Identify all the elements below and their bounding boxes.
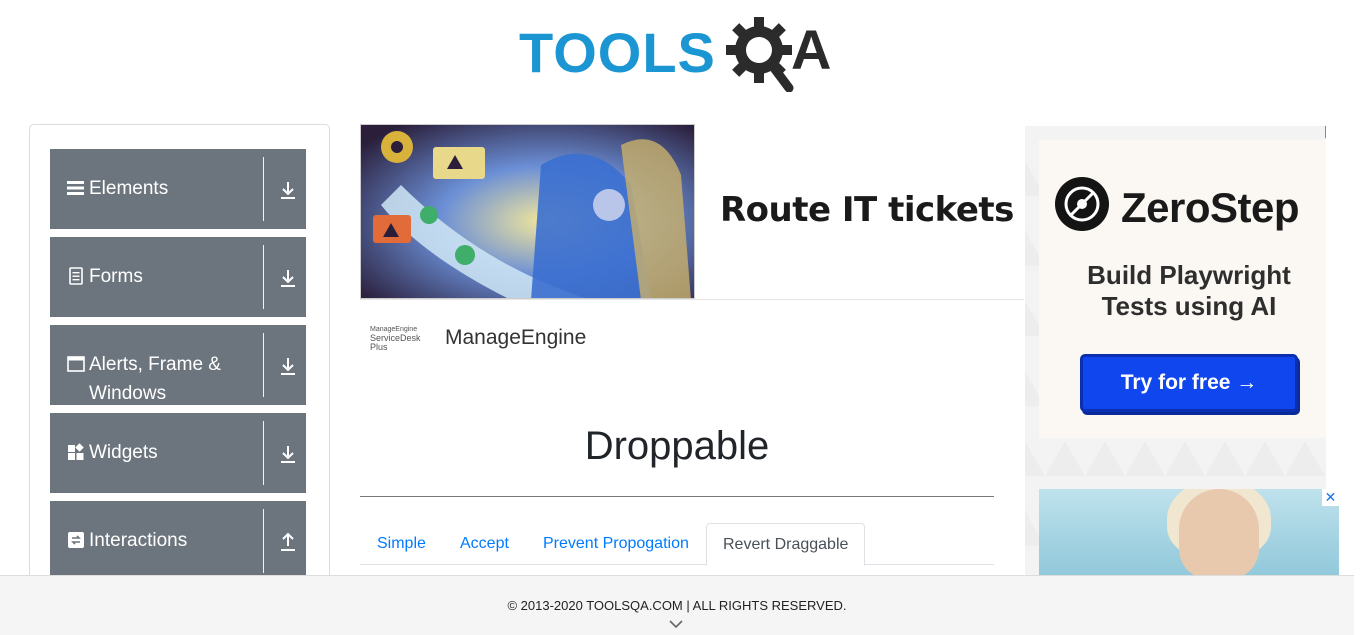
page: TOOLS A Elements Forms Alerts, Frame & W…: [0, 0, 1366, 635]
download-arrow-icon[interactable]: [278, 179, 298, 201]
sidebar: Elements Forms Alerts, Frame & Windows W…: [29, 124, 330, 635]
sidebar-group-label: Widgets: [89, 442, 158, 463]
download-arrow-icon[interactable]: [278, 443, 298, 465]
footer: © 2013-2020 TOOLSQA.COM | ALL RIGHTS RES…: [0, 575, 1354, 635]
zerostep-logo-icon: [1055, 177, 1109, 231]
hamburger-icon: [67, 181, 84, 195]
sidebar-group-label: Alerts, Frame & Windows: [89, 354, 221, 404]
interactions-icon: [68, 532, 84, 548]
footer-copyright: © 2013-2020 TOOLSQA.COM | ALL RIGHTS RES…: [507, 598, 847, 613]
download-arrow-icon[interactable]: [278, 267, 298, 289]
banner-illustration: [360, 124, 695, 299]
ad-tagline: Build Playwright Tests using AI: [1039, 260, 1326, 322]
scrollbar[interactable]: [1354, 0, 1366, 635]
tab-prevent-propogation[interactable]: Prevent Propogation: [527, 523, 705, 565]
sidebar-group-widgets[interactable]: Widgets: [50, 413, 306, 493]
window-icon: [67, 356, 85, 372]
toolsqa-logo[interactable]: TOOLS A: [519, 14, 841, 92]
document-icon: [69, 267, 83, 285]
tab-bar: Simple Accept Prevent Propogation Revert…: [360, 523, 994, 566]
try-for-free-button[interactable]: Try for free →: [1080, 354, 1298, 412]
advertiser-row[interactable]: ManageEngine ServiceDesk Plus ManageEngi…: [370, 322, 586, 354]
upload-arrow-icon[interactable]: [278, 531, 298, 553]
sidebar-group-label: Forms: [89, 266, 143, 287]
close-icon[interactable]: ✕: [1322, 489, 1339, 506]
ad-tagline-line: Tests using AI: [1101, 291, 1277, 321]
sidebar-group-label: Interactions: [89, 530, 188, 551]
gear-magnifier-icon: [726, 17, 794, 92]
tab-revert-draggable[interactable]: Revert Draggable: [706, 523, 866, 566]
divider: [263, 509, 264, 573]
divider: [263, 157, 264, 221]
banner-ad[interactable]: Route IT tickets aut: [360, 124, 1024, 300]
secondary-ad[interactable]: ✕: [1039, 489, 1339, 589]
title-divider: [360, 496, 994, 497]
zerostep-ad-card[interactable]: ZeroStep Build Playwright Tests using AI…: [1039, 140, 1326, 438]
sidebar-group-interactions[interactable]: Interactions: [50, 501, 306, 581]
divider: [263, 421, 264, 485]
banner-headline: Route IT tickets aut: [720, 190, 1024, 230]
widgets-icon: [68, 443, 84, 460]
brand-logo-line: ServiceDesk Plus: [370, 332, 421, 352]
logo-text: TOOLS: [519, 21, 716, 84]
page-title: Droppable: [584, 424, 770, 468]
ad-brand-name: ZeroStep: [1121, 184, 1300, 231]
manageengine-logo: ManageEngine ServiceDesk Plus: [370, 325, 436, 352]
chevron-down-icon[interactable]: [668, 619, 684, 629]
divider: [263, 245, 264, 309]
ad-choices-marker[interactable]: [1325, 126, 1326, 138]
download-arrow-icon[interactable]: [278, 355, 298, 377]
advertiser-name: ManageEngine: [445, 326, 587, 349]
sidebar-group-elements[interactable]: Elements: [50, 149, 306, 229]
divider: [263, 333, 264, 397]
ad-tagline-line: Build Playwright: [1087, 260, 1291, 290]
sidebar-group-label: Elements: [89, 178, 169, 199]
sidebar-group-forms[interactable]: Forms: [50, 237, 306, 317]
tab-accept[interactable]: Accept: [444, 523, 525, 565]
logo-suffix: A: [791, 18, 832, 81]
ad-photo-face: [1179, 489, 1259, 579]
sidebar-group-alerts[interactable]: Alerts, Frame & Windows: [50, 325, 306, 405]
tab-simple[interactable]: Simple: [361, 523, 442, 565]
